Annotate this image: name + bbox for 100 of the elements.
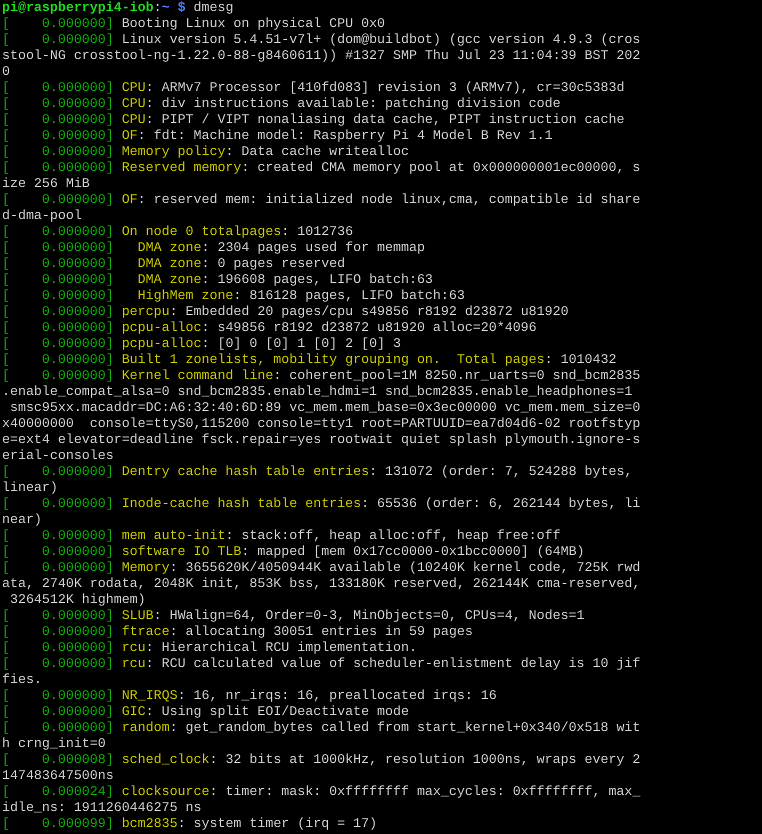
prompt-path: ~	[162, 0, 170, 15]
log-message: : system timer (irq = 17)	[178, 816, 378, 831]
log-message-continuation: fies.	[2, 672, 42, 687]
log-timestamp: [ 0.000000]	[2, 560, 114, 575]
log-message-continuation: .enable_compat_alsa=0 snd_bcm2835.enable_hdmi=1 snd_bcm2835.enable_headphones=1	[2, 384, 632, 399]
log-subsystem: Inode-cache hash table entries	[122, 496, 362, 511]
log-message: : RCU calculated value of scheduler-enlistment delay is 10 jif	[146, 656, 640, 671]
log-subsystem: CPU	[122, 112, 146, 127]
log-subsystem: Memory	[122, 560, 170, 575]
log-message: : 1012736	[281, 224, 354, 239]
log-timestamp: [ 0.000000]	[2, 16, 114, 31]
log-message-continuation: ata, 2740K rodata, 2048K init, 853K bss, 133180K reserved, 262144K cma-reserved,	[2, 576, 640, 591]
log-message: : get_random_bytes called from start_kernel+0x340/0x518 wit	[170, 720, 640, 735]
log-message: : ARMv7 Processor [410fd083] revision 3 (ARMv7), cr=30c5383d	[146, 80, 624, 95]
log-message: : mapped [mem 0x17cc0000-0x1bcc0000] (64MB)	[241, 544, 585, 559]
log-message-continuation: near)	[2, 512, 42, 527]
log-timestamp: [ 0.000000]	[2, 720, 114, 735]
prompt-separator: :	[154, 0, 162, 15]
log-message-continuation: linear)	[2, 480, 58, 495]
log-subsystem: OF	[122, 128, 138, 143]
log-message: : stack:off, heap alloc:off, heap free:off	[225, 528, 561, 543]
log-message: : 131072 (order: 7, 524288 bytes,	[369, 464, 632, 479]
log-subsystem: Kernel command line	[122, 368, 274, 383]
log-message: : PIPT / VIPT nonaliasing data cache, PIPT instruction cache	[146, 112, 624, 127]
log-subsystem: software IO TLB	[122, 544, 242, 559]
log-timestamp: [ 0.000099]	[2, 816, 114, 831]
log-message: : 196608 pages, LIFO batch:63	[202, 272, 433, 287]
log-subsystem: mem auto-init	[122, 528, 226, 543]
log-timestamp: [ 0.000000]	[2, 240, 114, 255]
log-timestamp: [ 0.000000]	[2, 288, 114, 303]
log-message-continuation: e=ext4 elevator=deadline fsck.repair=yes rootwait quiet splash plymouth.ignore-s	[2, 432, 640, 447]
log-subsystem: bcm2835	[122, 816, 178, 831]
log-timestamp: [ 0.000000]	[2, 32, 114, 47]
log-message-continuation: x40000000 console=ttyS0,115200 console=tty1 root=PARTUUID=ea7d04d6-02 rootfstyp	[2, 416, 640, 431]
log-subsystem: DMA zone	[136, 240, 202, 255]
log-timestamp: [ 0.000000]	[2, 624, 114, 639]
log-timestamp: [ 0.000000]	[2, 352, 114, 367]
log-message-continuation: smsc95xx.macaddr=DC:A6:32:40:6D:89 vc_mem.mem_base=0x3ec00000 vc_mem.mem_size=0	[8, 400, 640, 415]
log-message: : 16, nr_irqs: 16, preallocated irqs: 16	[178, 688, 497, 703]
log-timestamp: [ 0.000000]	[2, 544, 114, 559]
log-subsystem: Memory policy	[122, 144, 226, 159]
log-timestamp: [ 0.000000]	[2, 96, 114, 111]
log-subsystem: sched_clock	[122, 752, 210, 767]
log-timestamp: [ 0.000000]	[2, 112, 114, 127]
command-text: dmesg	[194, 0, 234, 15]
log-message: Linux version 5.4.51-v7l+ (dom@buildbot) (gcc version 4.9.3 (cros	[122, 32, 640, 47]
log-subsystem: pcpu-alloc	[122, 320, 202, 335]
log-timestamp: [ 0.000000]	[2, 256, 114, 271]
log-timestamp: [ 0.000000]	[2, 80, 114, 95]
log-message: : 65536 (order: 6, 262144 bytes, li	[361, 496, 640, 511]
log-message-continuation: h crng_init=0	[2, 736, 106, 751]
log-subsystem: NR_IRQS	[122, 688, 178, 703]
log-timestamp: [ 0.000000]	[2, 688, 114, 703]
log-message: : Embedded 20 pages/cpu s49856 r8192 d23872 u81920	[170, 304, 569, 319]
log-timestamp: [ 0.000000]	[2, 496, 114, 511]
log-message-continuation: stool-NG crosstool-ng-1.22.0-88-g8460611)) #1327 SMP Thu Jul 23 11:04:39 BST 202	[2, 48, 640, 63]
log-message: : coherent_pool=1M 8250.nr_uarts=0 snd_bcm2835	[273, 368, 640, 383]
log-message-continuation: idle_ns: 1911260446275 ns	[2, 800, 202, 815]
log-subsystem: percpu	[122, 304, 170, 319]
log-timestamp: [ 0.000000]	[2, 272, 114, 287]
log-timestamp: [ 0.000000]	[2, 320, 114, 335]
log-subsystem: DMA zone	[136, 272, 202, 287]
prompt-symbol: $	[178, 0, 186, 15]
log-subsystem: Reserved memory	[122, 160, 242, 175]
log-message: : 32 bits at 1000kHz, resolution 1000ns, wraps every 2	[209, 752, 640, 767]
log-timestamp: [ 0.000000]	[2, 704, 114, 719]
log-timestamp: [ 0.000000]	[2, 608, 114, 623]
log-subsystem: On node 0 totalpages	[122, 224, 282, 239]
log-subsystem: GIC	[122, 704, 146, 719]
log-timestamp: [ 0.000000]	[2, 464, 114, 479]
log-message: : timer: mask: 0xffffffff max_cycles: 0xffffffff, max_	[209, 784, 640, 799]
log-subsystem: CPU	[122, 96, 146, 111]
log-message-continuation: d-dma-pool	[2, 208, 82, 223]
log-subsystem: DMA zone	[136, 256, 202, 271]
log-message: : fdt: Machine model: Raspberry Pi 4 Model B Rev 1.1	[138, 128, 553, 143]
log-message-continuation: 0	[2, 64, 10, 79]
log-subsystem: rcu	[122, 640, 146, 655]
log-timestamp: [ 0.000000]	[2, 336, 114, 351]
log-timestamp: [ 0.000000]	[2, 528, 114, 543]
log-message-continuation: 3264512K highmem)	[8, 592, 146, 607]
log-message: : 816128 pages, LIFO batch:63	[233, 288, 465, 303]
log-subsystem: random	[122, 720, 170, 735]
log-timestamp: [ 0.000000]	[2, 640, 114, 655]
log-message-continuation: erial-consoles	[2, 448, 114, 463]
log-subsystem: clocksource	[122, 784, 210, 799]
log-subsystem: OF	[122, 192, 138, 207]
log-message: : Hierarchical RCU implementation.	[146, 640, 417, 655]
log-message: : Using split EOI/Deactivate mode	[146, 704, 409, 719]
log-message: : reserved mem: initialized node linux,cma, compatible id share	[138, 192, 640, 207]
log-timestamp: [ 0.000000]	[2, 224, 114, 239]
log-timestamp: [ 0.000000]	[2, 160, 114, 175]
log-message: : s49856 r8192 d23872 u81920 alloc=20*4096	[202, 320, 537, 335]
log-subsystem: HighMem zone	[136, 288, 234, 303]
log-message-continuation: 147483647500ns	[2, 768, 114, 783]
log-timestamp: [ 0.000000]	[2, 128, 114, 143]
log-timestamp: [ 0.000000]	[2, 144, 114, 159]
log-subsystem: pcpu-alloc	[122, 336, 202, 351]
log-timestamp: [ 0.000008]	[2, 752, 114, 767]
log-timestamp: [ 0.000024]	[2, 784, 114, 799]
log-subsystem: SLUB	[122, 608, 154, 623]
